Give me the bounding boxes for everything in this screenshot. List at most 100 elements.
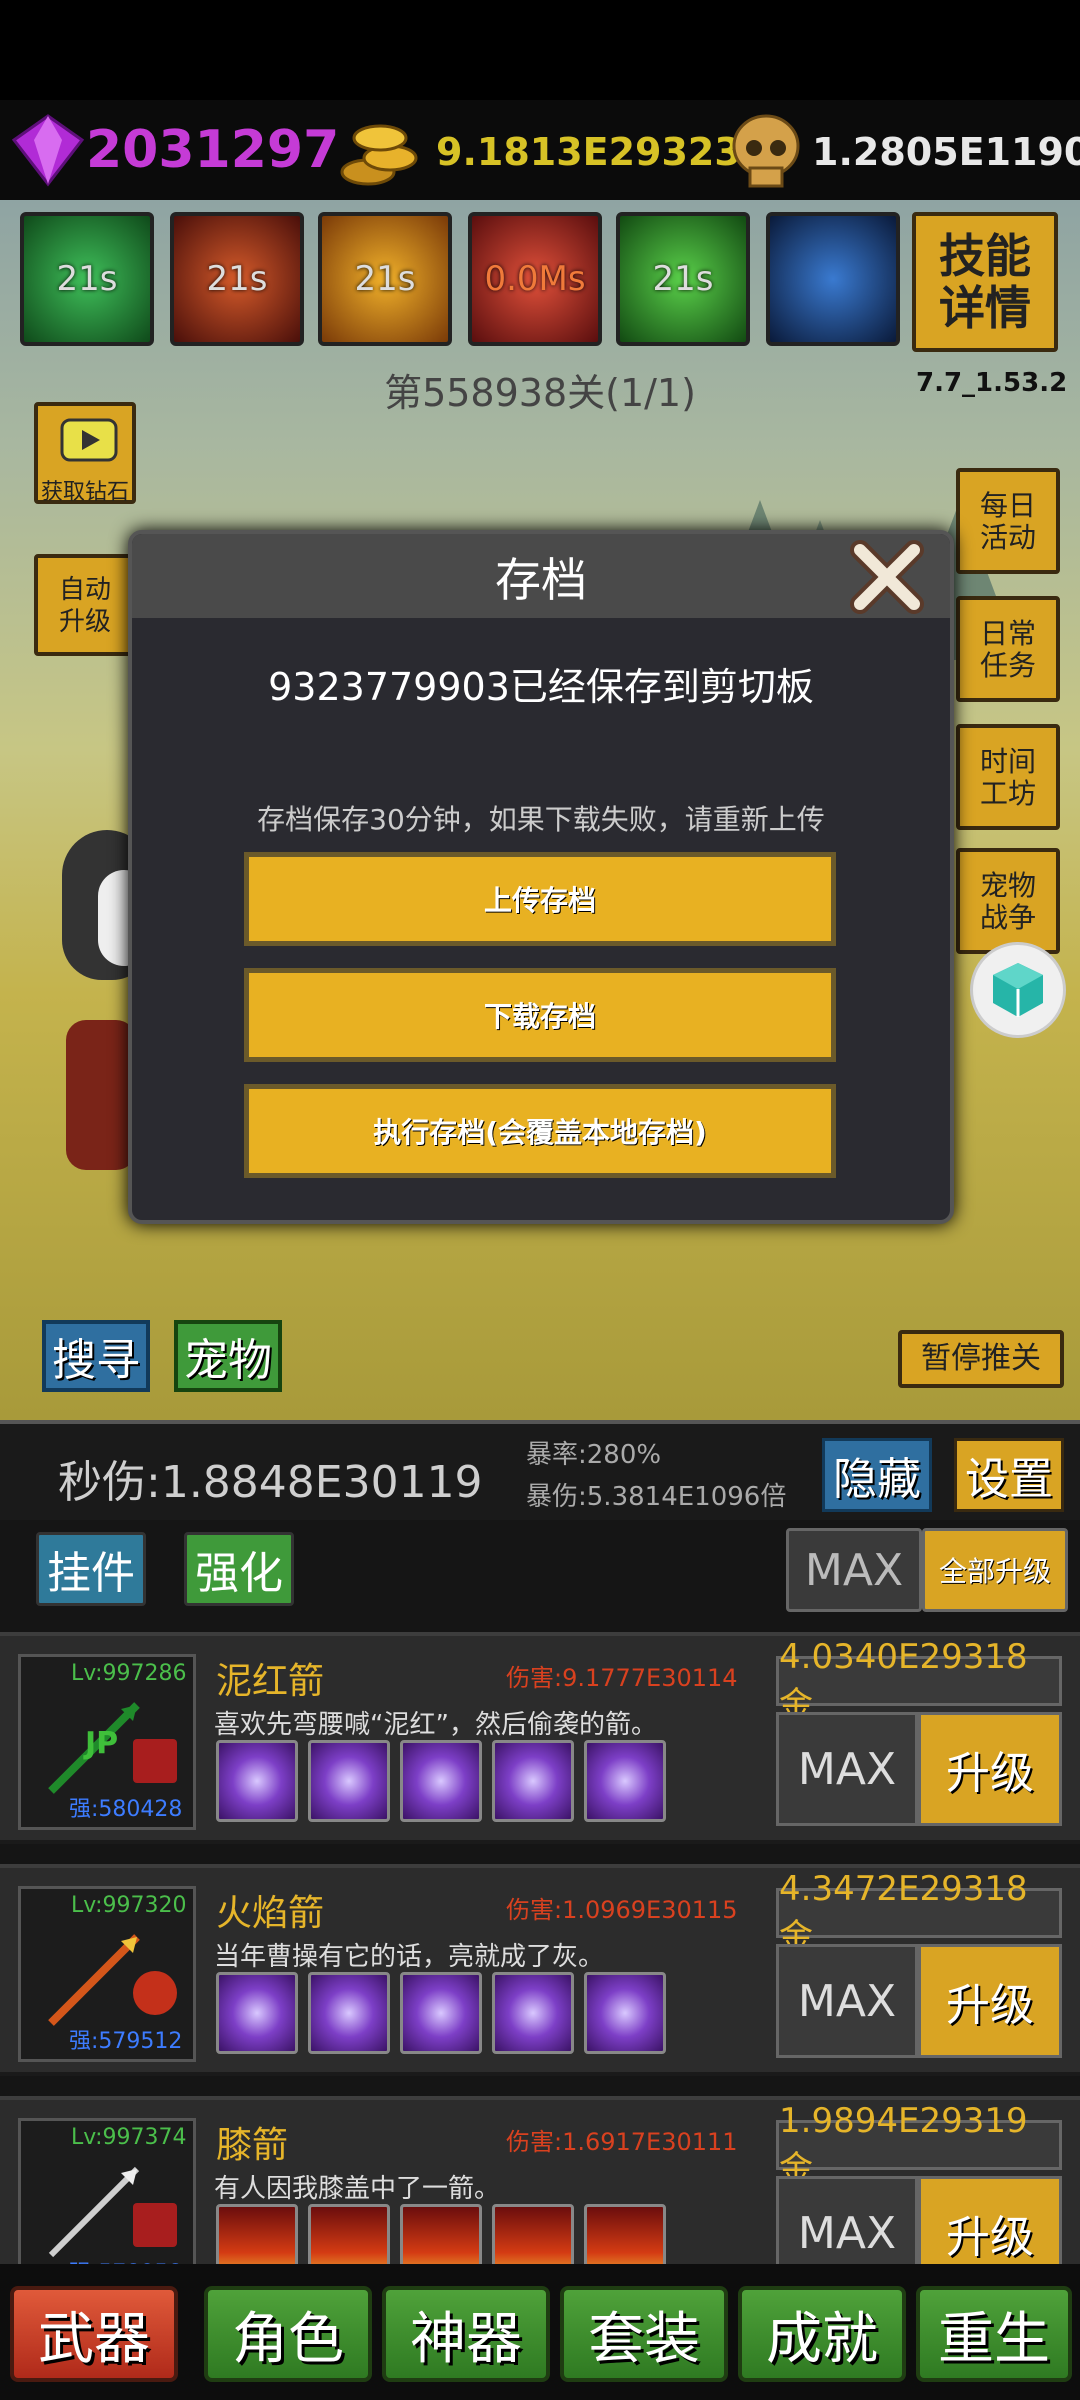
tab-enhance[interactable]: 强化 (184, 1532, 294, 1606)
crit-rate-label: 暴率:280% (526, 1440, 662, 1470)
nav-rebirth[interactable]: 重生 (916, 2286, 1072, 2382)
max-button[interactable]: MAX (776, 1944, 918, 2058)
weapon-damage: 伤害:1.6917E30111 (506, 2128, 738, 2156)
weapon-strength: 强:578958 (69, 2255, 182, 2264)
flame-slot[interactable] (308, 2204, 390, 2264)
flame-slot[interactable] (400, 2204, 482, 2264)
weapon-damage: 伤害:9.1777E30114 (506, 1664, 738, 1692)
rune-icon (133, 1739, 177, 1783)
flame-slot[interactable] (492, 2204, 574, 2264)
skull-icon (732, 114, 800, 188)
svg-text:JP: JP (83, 1726, 118, 1761)
rune-icon (133, 1971, 177, 2015)
skill-slot-3[interactable]: 21s (318, 212, 452, 346)
weapon-level: Lv:997286 (71, 1661, 187, 1686)
weapon-desc: 喜欢先弯腰喊“泥红”，然后偷袭的箭。 (214, 1710, 657, 1740)
upload-save-button[interactable]: 上传存档 (244, 852, 836, 946)
yin-yang-slot[interactable] (216, 1740, 298, 1822)
weapon-desc: 当年曹操有它的话，亮就成了灰。 (214, 1942, 605, 1972)
weapon-name: 泥红箭 (216, 1661, 325, 1702)
coin-icon (340, 124, 418, 186)
gem-icon (11, 114, 85, 187)
tab-idle[interactable]: 挂件 (36, 1532, 146, 1606)
upgrade-cost: 1.9894E29319金 (776, 2101, 1062, 2189)
pet-war-button[interactable]: 宠物 战争 (956, 848, 1060, 954)
weapon-row: Lv:997286 JP 强:580428 泥红箭 伤害:9.1777E3011… (0, 1632, 1080, 1844)
auto-upgrade-button[interactable]: 自动 升级 (34, 554, 136, 656)
skill-slot-4[interactable]: 0.0Ms (468, 212, 602, 346)
weapon-icon: Lv:997286 JP 强:580428 (18, 1654, 196, 1830)
execute-save-button[interactable]: 执行存档(会覆盖本地存档) (244, 1084, 836, 1178)
upgrade-cost: 4.3472E29318金 (776, 1869, 1062, 1957)
yin-yang-slot[interactable] (492, 1740, 574, 1822)
dps-label: 秒伤:1.8848E30119 (58, 1457, 483, 1508)
max-button[interactable]: MAX (776, 1712, 918, 1826)
version-label: 7.7_1.53.2 (916, 368, 1068, 398)
yin-yang-slot[interactable] (492, 1972, 574, 2054)
save-dialog: 存档 9323779903已经保存到剪切板 存档保存30分钟，如果下载失败，请重… (128, 530, 954, 1224)
max-all-button[interactable]: MAX (786, 1528, 922, 1612)
settings-button[interactable]: 设置 (954, 1438, 1064, 1512)
weapon-row: Lv:997320 强:579512 火焰箭 伤害:1.0969E30115 当… (0, 1864, 1080, 2076)
coin-count: 9.1813E29323 (436, 130, 741, 174)
cube-icon (993, 963, 1043, 1017)
yin-yang-slot[interactable] (308, 1740, 390, 1822)
nav-set[interactable]: 套装 (560, 2286, 728, 2382)
skill-slot-5[interactable]: 21s (616, 212, 750, 346)
gem-count: 2031297 (86, 120, 340, 180)
upgrade-button[interactable]: 升级 (918, 1944, 1062, 2058)
hide-button[interactable]: 隐藏 (822, 1438, 932, 1512)
skill-detail-button[interactable]: 技能 详情 (912, 212, 1058, 352)
max-button[interactable]: MAX (776, 2176, 918, 2264)
weapon-strength: 强:580428 (69, 1797, 183, 1822)
nav-role[interactable]: 角色 (204, 2286, 372, 2382)
weapon-icon: Lv:997320 强:579512 (18, 1886, 196, 2062)
daily-task-button[interactable]: 日常 任务 (956, 596, 1060, 702)
pet-button[interactable]: 宠物 (174, 1320, 282, 1392)
download-save-button[interactable]: 下载存档 (244, 968, 836, 1062)
video-icon (60, 418, 118, 462)
upgrade-button[interactable]: 升级 (918, 1712, 1062, 1826)
yin-yang-slot[interactable] (584, 1740, 666, 1822)
rune-icon (133, 2203, 177, 2247)
nav-weapon[interactable]: 武器 (10, 2286, 178, 2382)
weapon-icon: Lv:997374 强:578958 (18, 2118, 196, 2264)
archer-character (66, 1020, 136, 1170)
skull-count: 1.2805E11901 (812, 130, 1080, 174)
close-icon[interactable] (844, 534, 930, 620)
bottom-nav: 武器 角色 神器 套装 成就 重生 (0, 2264, 1080, 2400)
skill-slot-1[interactable]: 21s (20, 212, 154, 346)
pause-stage-button[interactable]: 暂停推关 (898, 1330, 1064, 1388)
weapon-desc: 有人因我膝盖中了一箭。 (214, 2174, 501, 2204)
yin-yang-slot[interactable] (308, 1972, 390, 2054)
nav-achievement[interactable]: 成就 (738, 2286, 906, 2382)
save-note: 存档保存30分钟，如果下载失败，请重新上传 (257, 803, 825, 836)
weapon-strength: 强:579512 (69, 2029, 183, 2054)
dialog-title: 存档 (495, 553, 587, 607)
search-button[interactable]: 搜寻 (42, 1320, 150, 1392)
weapon-level: Lv:997374 (71, 2125, 187, 2150)
upgrade-all-button[interactable]: 全部升级 (922, 1528, 1068, 1612)
yin-yang-slot[interactable] (216, 1972, 298, 2054)
weapon-panel: 挂件 强化 MAX 全部升级 Lv:997286 JP 强:580428 泥红箭… (0, 1520, 1080, 2264)
skill-slot-6[interactable] (766, 212, 900, 346)
flame-slot[interactable] (216, 2204, 298, 2264)
upgrade-button[interactable]: 升级 (918, 2176, 1062, 2264)
weapon-row: Lv:997374 强:578958 膝箭 伤害:1.6917E30111 有人… (0, 2096, 1080, 2264)
upgrade-cost: 4.0340E29318金 (776, 1637, 1062, 1725)
time-workshop-button[interactable]: 时间 工坊 (956, 724, 1060, 830)
skill-slot-2[interactable]: 21s (170, 212, 304, 346)
yin-yang-slot[interactable] (400, 1972, 482, 2054)
dialog-header: 存档 (132, 534, 950, 618)
flame-slot[interactable] (584, 2204, 666, 2264)
get-diamond-button[interactable]: 获取钻石 (34, 402, 136, 505)
yin-yang-slot[interactable] (400, 1740, 482, 1822)
weapon-level: Lv:997320 (71, 1893, 187, 1918)
crit-damage-label: 暴伤:5.3814E1096倍 (526, 1482, 787, 1512)
daily-activity-button[interactable]: 每日 活动 (956, 468, 1060, 574)
nav-artifact[interactable]: 神器 (382, 2286, 550, 2382)
weapon-name: 火焰箭 (216, 1893, 325, 1934)
yin-yang-slot[interactable] (584, 1972, 666, 2054)
floating-assistant-button[interactable] (970, 942, 1066, 1038)
currency-bar: 2031297 9.1813E29323 1.2805E11901 (0, 100, 1080, 200)
